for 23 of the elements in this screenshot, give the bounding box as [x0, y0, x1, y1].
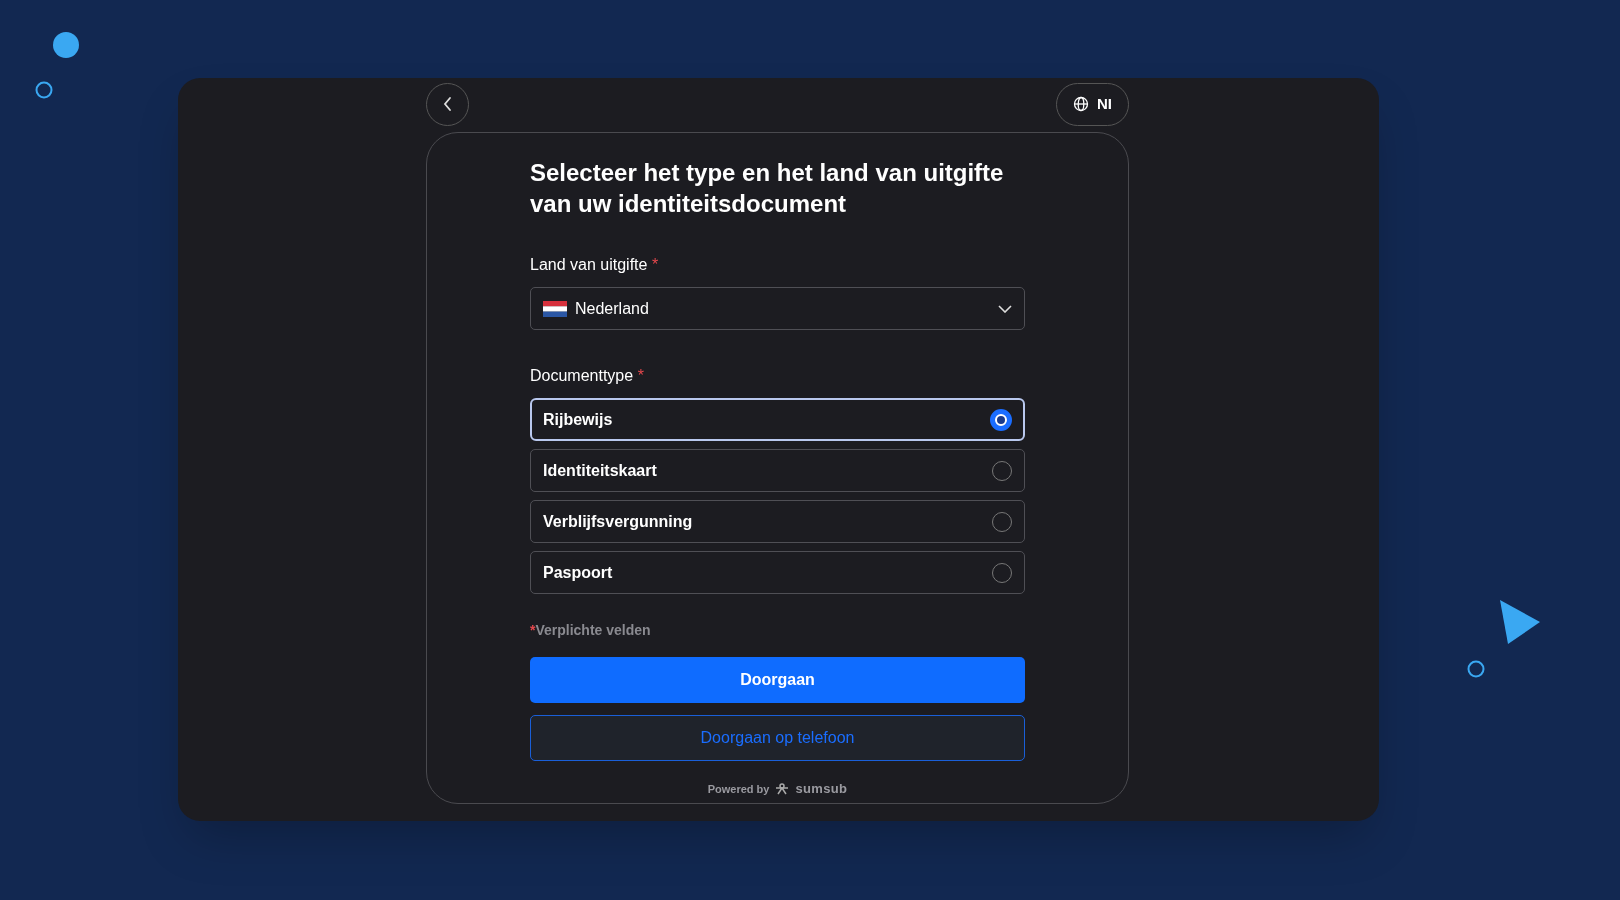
document-type-option[interactable]: Paspoort: [530, 551, 1025, 594]
document-type-option[interactable]: Identiteitskaart: [530, 449, 1025, 492]
brand-logo-icon: [774, 782, 791, 795]
document-type-option[interactable]: Rijbewijs: [530, 398, 1025, 441]
country-dropdown[interactable]: Nederland: [530, 287, 1025, 330]
required-note: *Verplichte velden: [530, 621, 652, 640]
chevron-left-icon: [442, 96, 453, 112]
triangle-decoration: [1500, 600, 1540, 644]
continue-button[interactable]: Doorgaan: [530, 657, 1025, 703]
field-label: Land van uitgifte *: [530, 255, 660, 275]
radio-button[interactable]: [990, 408, 1012, 431]
ring-decoration: [35, 81, 53, 99]
continue-on-phone-button[interactable]: Doorgaan op telefoon: [530, 715, 1025, 761]
powered-by-text: Powered by: [707, 781, 770, 797]
netherlands-flag-icon: [543, 300, 567, 317]
ring-decoration: [1467, 660, 1485, 678]
chevron-down-icon: [998, 304, 1012, 313]
circle-decoration: [53, 32, 79, 58]
document-type-option[interactable]: Verblijfsvergunning: [530, 500, 1025, 543]
field-label: Documenttype *: [530, 366, 645, 386]
globe-icon: [1073, 96, 1089, 112]
brand-name: sumsub: [795, 780, 848, 798]
heading: Selecteer het type en het land van uitgifte van uw identiteitsdocument: [530, 158, 1005, 219]
